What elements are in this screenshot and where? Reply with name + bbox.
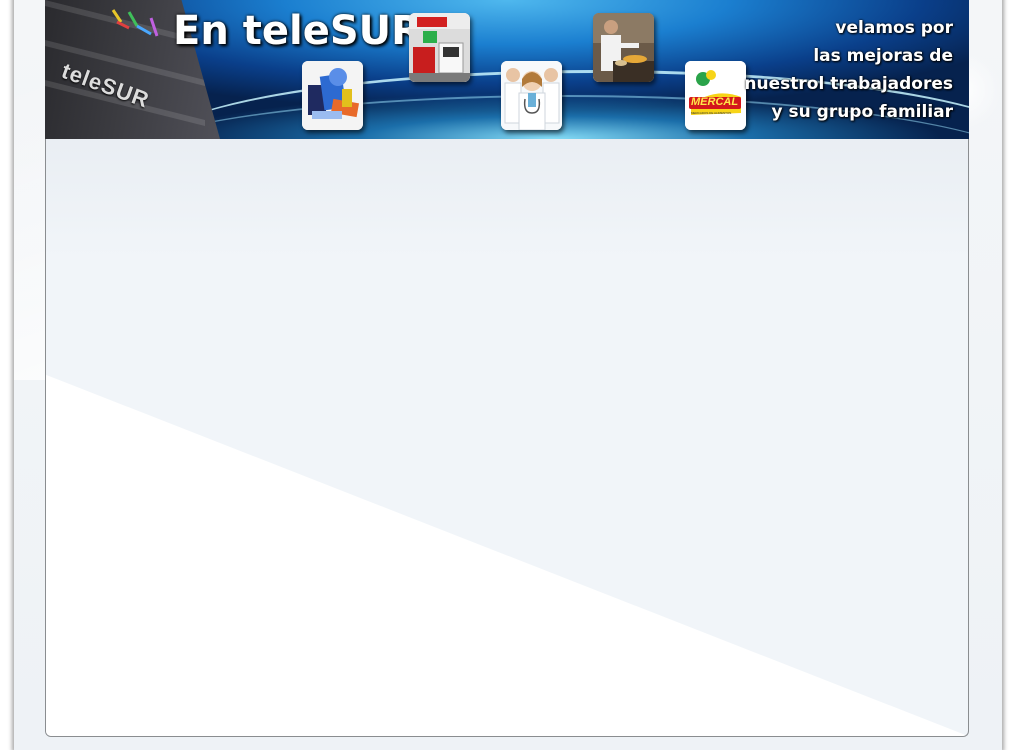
slogan-line: y su grupo familiar (771, 102, 953, 122)
main-content-area (45, 139, 969, 737)
cook-photo (593, 13, 654, 82)
slogan-line: las mejoras de (813, 46, 953, 66)
school-supplies-photo (302, 61, 363, 130)
banner-title: En teleSUR (173, 8, 422, 54)
slogan-line: nuestrol trabajadores (744, 74, 953, 94)
appliances-store-photo (409, 13, 470, 82)
banner-slogan: velamos por las mejoras de nuestrol trab… (723, 14, 953, 126)
telesur-color-logo-icon (111, 9, 159, 37)
slogan-line: velamos por (835, 18, 953, 38)
doctors-photo (501, 61, 562, 130)
header-banner: teleSUR En teleSUR MERCAL MERCADOS DE AL… (45, 0, 969, 139)
